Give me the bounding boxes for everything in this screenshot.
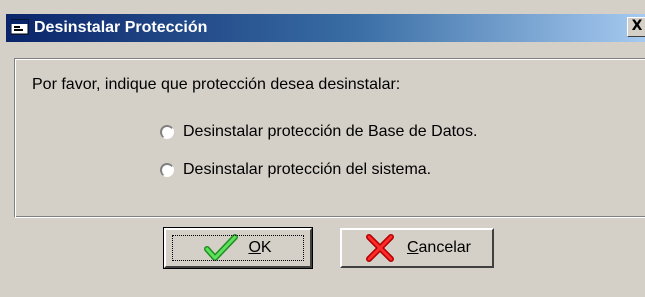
radio-option-system[interactable]: Desinstalar protección del sistema.	[160, 160, 431, 180]
uninstall-protection-dialog: Desinstalar Protección X Por favor, indi…	[0, 0, 645, 297]
window-title: Desinstalar Protección	[34, 19, 208, 36]
close-icon: X	[631, 18, 643, 34]
radio-button-database[interactable]	[160, 125, 174, 139]
radio-label-database: Desinstalar protección de Base de Datos.	[183, 123, 478, 140]
radio-option-database[interactable]: Desinstalar protección de Base de Datos.	[160, 122, 477, 142]
close-button[interactable]: X	[627, 17, 645, 37]
radio-label-system: Desinstalar protección del sistema.	[183, 161, 432, 178]
x-icon	[365, 234, 394, 262]
radio-button-system[interactable]	[160, 163, 174, 177]
ok-button[interactable]: OK	[163, 227, 313, 269]
cancel-button-label: Cancelar	[406, 239, 472, 256]
cancel-button[interactable]: Cancelar	[340, 228, 494, 268]
application-icon	[11, 19, 29, 35]
title-bar[interactable]: Desinstalar Protección X	[6, 14, 645, 42]
prompt-text: Por favor, indique que protección desea …	[32, 76, 401, 93]
focus-rectangle	[172, 235, 304, 261]
